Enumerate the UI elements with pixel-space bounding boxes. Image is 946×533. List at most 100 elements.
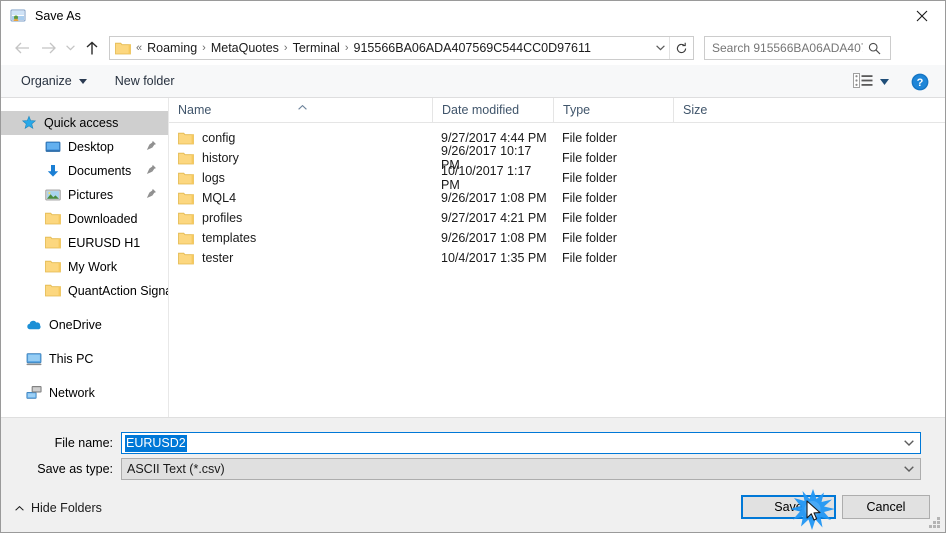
file-list[interactable]: Name Date modified Type Size config 9/27… [169,97,945,417]
breadcrumb-separator[interactable]: › [282,42,290,54]
sidebar-item-label: Downloaded [68,212,138,226]
save-as-type-select[interactable]: ASCII Text (*.csv) [121,458,921,480]
address-overflow[interactable]: « [134,42,144,54]
pin-icon[interactable] [146,188,157,202]
cell-type: File folder [562,231,617,245]
forward-button[interactable] [35,35,61,61]
table-row[interactable]: MQL4 9/26/2017 1:08 PM File folder [169,188,945,208]
search-input[interactable] [705,38,863,58]
pin-icon[interactable] [146,164,157,178]
cell-name: templates [169,231,432,245]
cell-name: tester [169,251,432,265]
sidebar-item-desktop[interactable]: Desktop [1,135,168,159]
file-name-value: EURUSD2 [125,434,187,452]
sidebar-item-documents[interactable]: Documents [1,159,168,183]
sidebar-item-eurusd-h1[interactable]: EURUSD H1 [1,231,168,255]
cell-date-modified: 10/10/2017 1:17 PM [441,164,532,192]
chevron-down-icon [655,45,665,51]
navigation-pane[interactable]: Quick access Desktop Documents Pictures … [1,98,169,417]
table-row[interactable]: logs 10/10/2017 1:17 PM File folder [169,164,945,192]
save-button[interactable]: Save [741,495,836,519]
refresh-button[interactable] [669,37,693,59]
caret-down-icon [880,78,889,85]
column-label: Name [178,103,212,117]
resize-grip[interactable] [928,516,942,530]
column-label: Size [683,103,708,117]
table-row[interactable]: config 9/27/2017 4:44 PM File folder [169,128,945,148]
chevron-down-icon [65,45,75,51]
sidebar-item-quick-access[interactable]: Quick access [1,111,168,135]
sidebar-item-my-work[interactable]: My Work [1,255,168,279]
breadcrumb-item-1[interactable]: MetaQuotes [208,41,282,55]
caret-down-icon [78,78,87,84]
cell-type: File folder [562,171,617,185]
cell-date-modified: 9/27/2017 4:44 PM [441,131,547,145]
sidebar-item-label: Documents [68,164,132,178]
cell-date-modified: 9/26/2017 1:08 PM [441,191,547,205]
column-headers: Name Date modified Type Size [169,97,945,123]
breadcrumb-separator[interactable]: › [343,42,351,54]
chevron-down-icon[interactable] [904,433,914,453]
table-row[interactable]: history 9/26/2017 10:17 PM File folder [169,144,945,172]
close-button[interactable] [899,1,945,31]
sidebar-item-pictures[interactable]: Pictures [1,183,168,207]
sidebar-item-onedrive[interactable]: OneDrive [1,313,168,337]
up-button[interactable] [79,35,105,61]
organize-button[interactable]: Organize [13,70,95,92]
recent-locations-button[interactable] [61,35,79,61]
column-header-name[interactable]: Name [169,98,432,123]
file-name: MQL4 [202,191,237,205]
caret-up-icon [15,505,24,511]
column-label: Date modified [442,103,520,117]
refresh-icon [676,42,687,53]
search-box[interactable] [704,36,891,60]
sidebar-item-label: Network [49,386,95,400]
help-icon: ? [911,73,929,90]
sidebar-item-label: Desktop [68,140,114,154]
cell-name: MQL4 [169,191,432,205]
address-bar[interactable]: « Roaming › MetaQuotes › Terminal › 9155… [109,36,694,60]
back-button[interactable] [9,35,35,61]
pin-icon[interactable] [146,140,157,154]
sidebar-item-label: This PC [49,352,94,366]
folder-icon [115,41,131,55]
address-dropdown-button[interactable] [651,37,669,59]
view-layout-icon [853,72,873,91]
cell-type: File folder [562,131,617,145]
column-header-size[interactable]: Size [673,97,752,123]
chevron-down-icon[interactable] [904,459,914,479]
table-row[interactable]: profiles 9/27/2017 4:21 PM File folder [169,208,945,228]
new-folder-button[interactable]: New folder [107,70,183,92]
help-button[interactable]: ? [911,73,929,91]
folder-icon [45,259,61,275]
file-name: tester [202,251,234,265]
onedrive-cloud-icon [26,317,42,333]
file-name-input[interactable]: EURUSD2 [121,432,921,454]
breadcrumb-separator[interactable]: › [200,42,208,54]
view-options-button[interactable] [849,70,893,94]
table-row[interactable]: templates 9/26/2017 1:08 PM File folder [169,228,945,248]
sidebar-item-quantaction-signal[interactable]: QuantAction Signal [1,279,168,303]
column-label: Type [563,103,591,117]
breadcrumb-item-0[interactable]: Roaming [144,41,200,55]
cell-name: history [169,151,432,165]
sidebar-item-network[interactable]: Network [1,381,168,405]
sidebar-item-label: QuantAction Signal [68,284,169,298]
column-header-type[interactable]: Type [553,97,673,123]
navigation-bar: « Roaming › MetaQuotes › Terminal › 9155… [1,31,945,65]
sidebar-item-this-pc[interactable]: This PC [1,347,168,371]
sidebar-item-downloaded[interactable]: Downloaded [1,207,168,231]
cancel-button[interactable]: Cancel [842,495,930,519]
cell-type: File folder [562,211,617,225]
file-name: templates [202,231,257,245]
title-bar: Save As [1,1,945,31]
svg-text:?: ? [917,77,924,89]
cell-name: logs [169,171,432,185]
cell-name: config [169,131,432,145]
breadcrumb-item-2[interactable]: Terminal [290,41,343,55]
hide-folders-button[interactable]: Hide Folders [15,501,102,515]
table-row[interactable]: tester 10/4/2017 1:35 PM File folder [169,248,945,268]
breadcrumb-item-3[interactable]: 915566BA06ADA407569C544CC0D97611 [351,41,594,55]
column-header-date-modified[interactable]: Date modified [432,97,553,123]
